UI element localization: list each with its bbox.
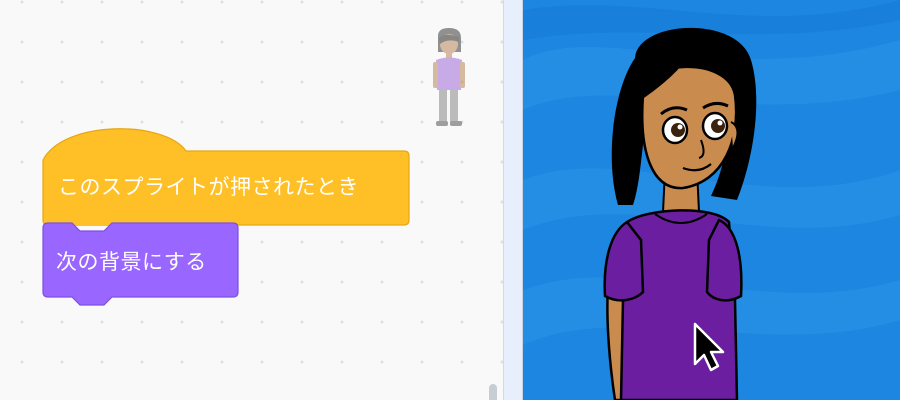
sprite-thumbnail-icon	[433, 28, 465, 126]
looks-block-label: 次の背景にする	[56, 250, 207, 274]
when-sprite-clicked-hat-block[interactable]: このスプライトが押されたとき	[42, 126, 410, 226]
next-backdrop-block[interactable]: 次の背景にする	[42, 222, 240, 314]
hat-block-label: このスプライトが押されたとき	[58, 175, 359, 199]
workspace-scrollbar[interactable]	[489, 384, 497, 400]
code-area[interactable]: このスプライトが押されたとき 次の背景にする	[0, 0, 503, 400]
pane-divider	[503, 0, 523, 400]
stage[interactable]	[523, 0, 900, 400]
